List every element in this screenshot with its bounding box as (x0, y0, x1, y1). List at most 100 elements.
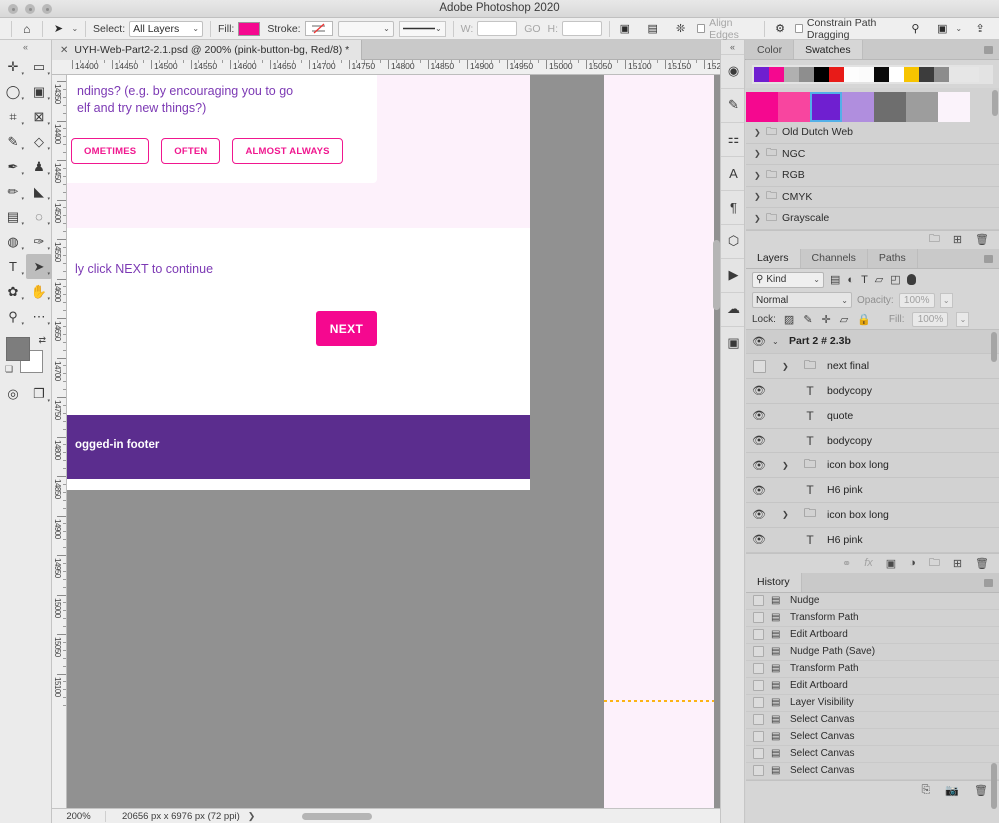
recent-swatch[interactable] (814, 67, 829, 82)
path-selection-icon[interactable]: ➤ (49, 21, 67, 37)
history-state-row[interactable]: ▤Select Canvas (746, 763, 999, 780)
layer-style-icon[interactable]: fx (864, 557, 873, 569)
tab-swatches[interactable]: Swatches (794, 40, 863, 59)
chevron-right-icon[interactable]: ❯ (240, 811, 256, 822)
tab-history[interactable]: History (746, 573, 802, 592)
new-document-from-state-icon[interactable]: ⎘ (922, 784, 931, 797)
paragraph-panel-icon[interactable]: ¶ (721, 194, 746, 220)
path-alignment-icon[interactable]: ▤ (645, 21, 661, 37)
history-snapshot-checkbox[interactable] (753, 731, 764, 742)
layer-visibility-toggle[interactable]: 👁 (746, 508, 772, 521)
link-layers-icon[interactable]: ⚭ (842, 557, 851, 570)
history-state-row[interactable]: ▤Edit Artboard (746, 627, 999, 644)
chevron-down-icon[interactable]: ⌄ (955, 24, 962, 33)
swatch[interactable] (778, 92, 810, 122)
recent-swatch[interactable] (919, 67, 934, 82)
character-panel-icon[interactable]: A (721, 160, 746, 186)
history-state-row[interactable]: ▤Nudge Path (Save) (746, 644, 999, 661)
search-icon[interactable]: ⚲ (906, 21, 924, 37)
tab-paths[interactable]: Paths (868, 249, 918, 268)
layer-visibility-toggle[interactable]: 👁 (746, 384, 772, 397)
answer-button[interactable]: OFTEN (161, 138, 220, 164)
brush-tool[interactable]: ✒▾ (0, 154, 26, 179)
fill-value[interactable]: 100% (912, 312, 948, 327)
history-state-row[interactable]: ▤Edit Artboard (746, 678, 999, 695)
history-scrollbar[interactable] (991, 763, 997, 809)
layer-row[interactable]: 👁❯🗀icon box long (746, 453, 999, 478)
recent-swatch[interactable] (799, 67, 814, 82)
layer-visibility-toggle[interactable]: 👁 (746, 459, 772, 472)
swatch-group-row[interactable]: ❯🗀Old Dutch Web (746, 122, 999, 144)
answer-button[interactable]: OMETIMES (71, 138, 149, 164)
recent-swatch[interactable] (769, 67, 784, 82)
canvas-horizontal-scrollbar[interactable] (302, 813, 372, 820)
swatch[interactable] (746, 92, 778, 122)
layer-visibility-toggle[interactable]: 👁 (746, 335, 772, 348)
chevron-right-icon[interactable]: ❯ (754, 192, 761, 201)
filter-type-icon[interactable]: T (861, 274, 868, 286)
type-tool[interactable]: T▾ (0, 254, 26, 279)
brush-settings-icon[interactable]: ✎ (721, 92, 746, 118)
frame-tool[interactable]: ⊠▾ (26, 104, 52, 129)
fill-color-swatch[interactable] (238, 22, 260, 36)
chevron-right-icon[interactable]: ❯ (754, 171, 761, 180)
delete-layer-icon[interactable]: 🗑 (975, 557, 989, 570)
recent-swatch[interactable] (874, 67, 889, 82)
layer-visibility-toggle[interactable]: 👁 (746, 533, 772, 546)
layer-row[interactable]: 👁❯🗀icon box long (746, 503, 999, 528)
canvas-area[interactable]: 1440014450145001455014600146501470014750… (52, 60, 720, 808)
recent-swatch[interactable] (829, 67, 844, 82)
home-icon[interactable]: ⌂ (19, 21, 35, 37)
history-snapshot-checkbox[interactable] (753, 748, 764, 759)
layer-visibility-toggle[interactable]: 👁 (746, 409, 772, 422)
history-snapshot-checkbox[interactable] (753, 646, 764, 657)
lock-image-pixels-icon[interactable]: ✎ (803, 313, 812, 326)
opacity-value[interactable]: 100% (899, 293, 935, 308)
filter-shape-icon[interactable]: ▱ (875, 273, 883, 286)
layer-visibility-toggle[interactable]: 👁 (746, 484, 772, 497)
recent-swatch[interactable] (934, 67, 949, 82)
filter-smart-object-icon[interactable]: ◰ (890, 273, 900, 286)
eyedropper-tool[interactable]: ✎▾ (0, 129, 26, 154)
close-icon[interactable]: ✕ (60, 45, 68, 56)
new-group-icon[interactable]: 🗀 (929, 554, 940, 573)
pen-tool[interactable]: ✑▾ (26, 229, 52, 254)
layer-visibility-toggle[interactable] (746, 360, 772, 373)
history-snapshot-checkbox[interactable] (753, 697, 764, 708)
clone-stamp-tool[interactable]: ♟▾ (26, 154, 52, 179)
swatch-group-row[interactable]: ❯🗀RGB (746, 165, 999, 187)
history-state-row[interactable]: ▤Select Canvas (746, 729, 999, 746)
stroke-width-dropdown[interactable]: ⌄ (338, 21, 394, 37)
history-state-row[interactable]: ▤Select Canvas (746, 712, 999, 729)
chevron-right-icon[interactable]: ❯ (754, 214, 761, 223)
swap-colors-icon[interactable]: ⇄ (38, 335, 46, 346)
history-state-row[interactable]: ▤Transform Path (746, 661, 999, 678)
hand-tool[interactable]: ✋▾ (26, 279, 52, 304)
next-button[interactable]: NEXT (316, 311, 377, 346)
document-tab[interactable]: ✕ UYH-Web-Part2-2.1.psd @ 200% (pink-but… (52, 40, 362, 60)
zoom-tool[interactable]: ⚲▾ (0, 304, 26, 329)
clone-source-icon[interactable]: ☁ (721, 296, 746, 322)
notes-icon[interactable]: ▣ (721, 330, 746, 356)
object-selection-tool[interactable]: ▣▾ (26, 79, 52, 104)
blur-tool[interactable]: ◌▾ (26, 204, 52, 229)
rectangular-marquee-tool[interactable]: ▭▾ (26, 54, 52, 79)
filter-pixel-icon[interactable]: ▤ (830, 273, 840, 286)
swatch-group-row[interactable]: ❯🗀NGC (746, 144, 999, 166)
crop-tool[interactable]: ⌗▾ (0, 104, 26, 129)
width-input[interactable] (477, 21, 517, 36)
layer-row[interactable]: ❯🗀next final (746, 354, 999, 379)
quick-mask-icon[interactable]: ◎ (0, 381, 26, 406)
collapse-right-icon[interactable]: « (721, 40, 744, 54)
history-list[interactable]: ▤Nudge▤Transform Path▤Edit Artboard▤Nudg… (746, 593, 999, 780)
new-swatch-icon[interactable]: ⊞ (953, 233, 962, 246)
align-edges-checkbox[interactable] (697, 24, 705, 33)
history-snapshot-checkbox[interactable] (753, 680, 764, 691)
tool-preset-chevron-down-icon[interactable]: ⌄ (71, 24, 78, 33)
swatch[interactable] (938, 92, 970, 122)
new-group-icon[interactable]: 🗀 (929, 230, 940, 249)
stroke-style-dropdown[interactable]: ⌄ (399, 21, 446, 37)
gradient-tool[interactable]: ▤▾ (0, 204, 26, 229)
recent-swatch[interactable] (859, 67, 874, 82)
history-state-row[interactable]: ▤Select Canvas (746, 746, 999, 763)
